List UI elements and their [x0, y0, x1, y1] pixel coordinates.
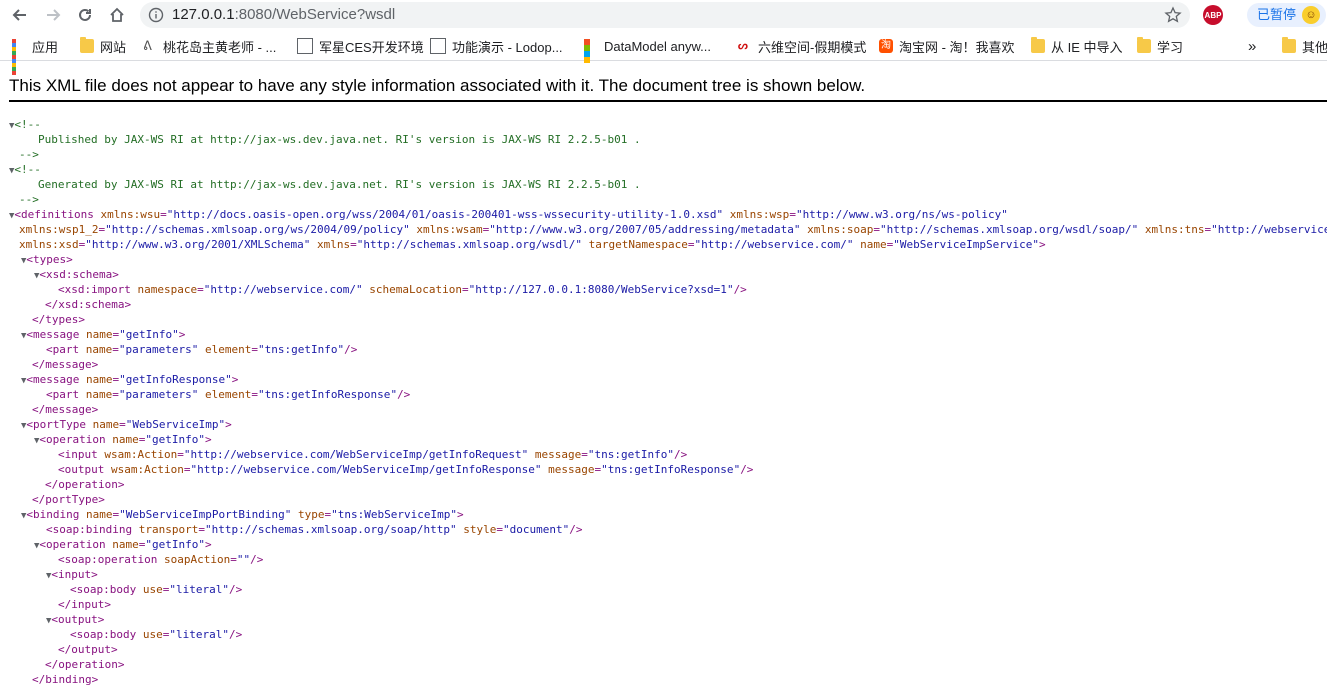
xml-line-definitions-attrs-3: xmlns:xsd="http://www.w3.org/2001/XMLSch… [19, 238, 1046, 251]
document-icon [297, 38, 313, 54]
bookmark-label: 网站 [100, 39, 127, 55]
xml-line-types-open: ▼<types> [21, 253, 73, 266]
windows-icon [584, 39, 598, 63]
bookmark-folder-websites[interactable]: 网站 [80, 37, 126, 55]
bookmarks-overflow-button[interactable]: » [1248, 37, 1256, 55]
xml-line-soap-operation: <soap:operation soapAction=""/> [58, 553, 264, 566]
xml-line-message-getinfo-open: ▼<message name="getInfo"> [21, 328, 186, 341]
bookmark-label: 军星CES开发环境 [319, 39, 424, 55]
folder-icon [1282, 37, 1296, 53]
url-path: :8080/WebService?wsdl [234, 6, 396, 23]
xml-line-comment-1-text: Published by JAX-WS RI at http://jax-ws.… [38, 133, 641, 146]
xml-line-operation-close: </operation> [45, 478, 125, 491]
bookmark-item[interactable]: 军星CES开发环境 [297, 37, 424, 55]
xml-line-xsd-schema-close: </xsd:schema> [45, 298, 132, 311]
bookmark-star-icon[interactable] [1164, 6, 1182, 29]
home-icon[interactable] [105, 3, 129, 27]
browser-toolbar: 127.0.0.1:8080/WebService?wsdl ABP 已暂停 ☺ [0, 0, 1327, 30]
address-bar[interactable]: 127.0.0.1:8080/WebService?wsdl [140, 2, 1190, 28]
sync-paused-label: 已暂停 [1257, 7, 1297, 22]
xml-line-input-open: ▼<input> [46, 568, 98, 581]
bookmark-item[interactable]: DataModel anyw... [584, 37, 711, 63]
xml-line-message-getinforesponse-open: ▼<message name="getInfoResponse"> [21, 373, 239, 386]
xml-line-xsd-schema-open: ▼<xsd:schema> [34, 268, 119, 281]
bookmarks-bar: 应用 网站 ᕕ 桃花岛主黄老师 - ... 军星CES开发环境 功能演示 - L… [0, 32, 1327, 75]
xml-line-comment-2-text: Generated by JAX-WS RI at http://jax-ws.… [38, 178, 641, 191]
xml-line-binding-close: </binding> [32, 673, 99, 686]
bookmark-item[interactable]: 功能演示 - Lodop... [430, 37, 563, 55]
bookmark-label: 桃花岛主黄老师 - ... [163, 39, 277, 55]
xml-line-comment-2-close: --> [19, 193, 39, 206]
bookmark-label: 六维空间-假期模式 [758, 39, 867, 55]
xml-line-output-open: ▼<output> [46, 613, 105, 626]
xml-line-comment-2-open: ▼<!-- [9, 163, 41, 176]
xml-line-types-close: </types> [32, 313, 85, 326]
xml-line-binding-operation-open: ▼<operation name="getInfo"> [34, 538, 212, 551]
folder-icon [1137, 37, 1151, 53]
bookmark-item[interactable]: ᕕ 桃花岛主黄老师 - ... [143, 37, 276, 55]
bookmark-label: 从 IE 中导入 [1051, 39, 1123, 55]
url-text[interactable]: 127.0.0.1:8080/WebService?wsdl [172, 6, 395, 23]
apps-grid-icon [12, 39, 26, 75]
overflow-chevron-icon: » [1248, 37, 1257, 55]
xml-line-porttype-close: </portType> [32, 493, 105, 506]
xml-line-output-action: <output wsam:Action="http://webservice.c… [58, 463, 754, 476]
xml-line-part-getinforesponse: <part name="parameters" element="tns:get… [46, 388, 411, 401]
xml-line-xsd-import: <xsd:import namespace="http://webservice… [58, 283, 747, 296]
header-divider [9, 100, 1327, 102]
bookmark-label: 淘宝网 - 淘！我喜欢 [899, 39, 1015, 55]
info-icon[interactable] [148, 7, 164, 28]
bookmark-label: 功能演示 - Lodop... [452, 39, 563, 55]
bookmark-item[interactable]: ᔕ 六维空间-假期模式 [738, 37, 866, 55]
xml-line-definitions-attrs-2: xmlns:wsp1_2="http://schemas.xmlsoap.org… [19, 223, 1327, 236]
xml-line-binding-operation-close: </operation> [45, 658, 125, 671]
bookmark-item[interactable]: 淘 淘宝网 - 淘！我喜欢 [879, 37, 1015, 55]
xml-line-input-action: <input wsam:Action="http://webservice.co… [58, 448, 688, 461]
taobao-icon: 淘 [879, 39, 893, 53]
xml-line-part-getinfo: <part name="parameters" element="tns:get… [46, 343, 358, 356]
bookmark-label: 应用 [32, 39, 59, 55]
sync-paused-button[interactable]: 已暂停 ☺ [1247, 3, 1327, 27]
bookmark-label: 学习 [1157, 39, 1184, 55]
xml-line-definitions-open: ▼<definitions xmlns:wsu="http://docs.oas… [9, 208, 1008, 221]
url-host: 127.0.0.1 [172, 6, 235, 23]
xml-line-message-close: </message> [32, 358, 99, 371]
bookmark-folder-other[interactable]: 其他 [1282, 37, 1327, 55]
bookmark-label: 其他 [1302, 39, 1327, 55]
folder-icon [80, 37, 94, 53]
xml-line-binding-open: ▼<binding name="WebServiceImpPortBinding… [21, 508, 464, 521]
profile-avatar-icon: ☺ [1302, 6, 1321, 24]
xml-line-operation-open: ▼<operation name="getInfo"> [34, 433, 212, 446]
xml-line-comment-1-open: ▼<!-- [9, 118, 41, 131]
site-icon: ᔕ [738, 40, 748, 52]
bookmark-label: DataModel anyw... [604, 38, 711, 54]
xml-line-comment-1-close: --> [19, 148, 39, 161]
site-icon: ᕕ [143, 38, 152, 53]
adblock-plus-icon[interactable]: ABP [1203, 5, 1223, 25]
folder-icon [1031, 37, 1045, 53]
back-arrow-icon[interactable] [8, 3, 32, 27]
bookmark-apps[interactable]: 应用 [12, 37, 59, 75]
xml-line-soap-binding: <soap:binding transport="http://schemas.… [46, 523, 583, 536]
xml-line-porttype-open: ▼<portType name="WebServiceImp"> [21, 418, 232, 431]
xml-line-input-close: </input> [58, 598, 111, 611]
forward-arrow-icon[interactable] [41, 3, 65, 27]
document-icon [430, 38, 446, 54]
bookmark-folder-study[interactable]: 学习 [1137, 37, 1183, 55]
xml-line-soap-body-output: <soap:body use="literal"/> [70, 628, 243, 641]
xml-line-soap-body-input: <soap:body use="literal"/> [70, 583, 243, 596]
bookmark-folder-ie[interactable]: 从 IE 中导入 [1031, 37, 1123, 55]
reload-icon[interactable] [73, 3, 97, 27]
xml-line-message-close: </message> [32, 403, 99, 416]
xml-line-output-close: </output> [58, 643, 118, 656]
xml-style-message: This XML file does not appear to have an… [9, 76, 866, 95]
